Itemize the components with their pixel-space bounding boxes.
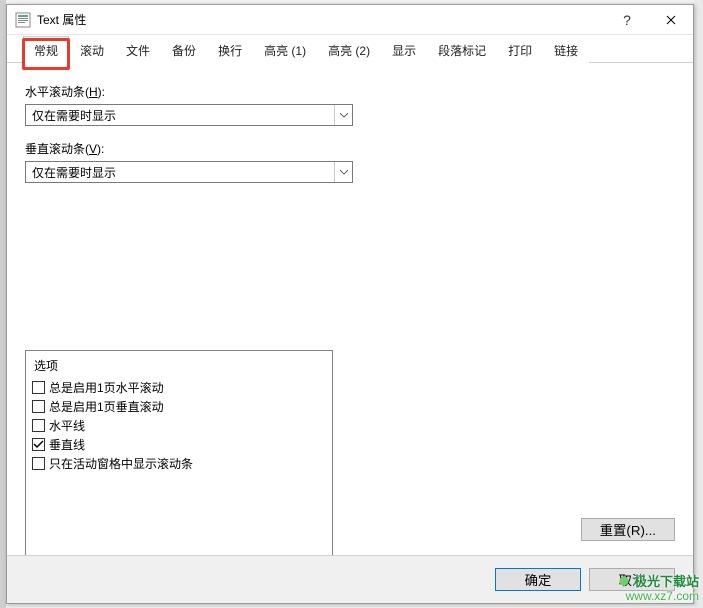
option-row-2[interactable]: 水平线 (32, 416, 326, 435)
vscroll-value: 仅在需要时显示 (26, 164, 334, 181)
tab-4[interactable]: 换行 (207, 36, 253, 63)
tab-5[interactable]: 高亮 (1) (253, 36, 317, 63)
hscroll-label: 水平滚动条(H): (25, 83, 675, 100)
tab-2[interactable]: 文件 (115, 36, 161, 63)
check-icon (33, 439, 44, 450)
app-icon (15, 12, 31, 28)
options-listbox: 选项 总是启用1页水平滚动总是启用1页垂直滚动水平线垂直线只在活动窗格中显示滚动… (25, 350, 333, 590)
cancel-label: 取消 (619, 570, 646, 589)
checkbox-4[interactable] (32, 457, 45, 470)
tab-10[interactable]: 链接 (543, 36, 589, 63)
option-row-4[interactable]: 只在活动窗格中显示滚动条 (32, 454, 326, 473)
help-button[interactable]: ? (605, 5, 649, 34)
close-icon (666, 15, 676, 25)
option-label: 水平线 (49, 417, 85, 434)
tab-6[interactable]: 高亮 (2) (317, 36, 381, 63)
dialog-footer: 确定 取消 (7, 555, 693, 603)
vscroll-combo[interactable]: 仅在需要时显示 (25, 161, 353, 183)
option-row-0[interactable]: 总是启用1页水平滚动 (32, 378, 326, 397)
checkbox-0[interactable] (32, 381, 45, 394)
chevron-down-icon (334, 105, 352, 125)
vertical-scrollbar-field: 垂直滚动条(V): 仅在需要时显示 (25, 140, 675, 183)
hscroll-value: 仅在需要时显示 (26, 107, 334, 124)
hscroll-combo[interactable]: 仅在需要时显示 (25, 104, 353, 126)
option-row-3[interactable]: 垂直线 (32, 435, 326, 454)
options-header: 选项 (34, 357, 326, 374)
reset-button[interactable]: 重置(R)... (581, 518, 675, 541)
tab-0[interactable]: 常规 (23, 36, 69, 63)
window-title: Text 属性 (37, 11, 86, 28)
checkbox-2[interactable] (32, 419, 45, 432)
option-row-1[interactable]: 总是启用1页垂直滚动 (32, 397, 326, 416)
tab-bar: 常规滚动文件备份换行高亮 (1)高亮 (2)显示段落标记打印链接 (7, 35, 693, 63)
tab-content: 水平滚动条(H): 仅在需要时显示 垂直滚动条(V): 仅在需要时显示 选项 (7, 63, 693, 603)
help-icon: ? (623, 12, 631, 28)
option-label: 总是启用1页垂直滚动 (49, 398, 164, 415)
dialog-window: Text 属性 ? 常规滚动文件备份换行高亮 (1)高亮 (2)显示段落标记打印… (6, 4, 694, 604)
checkbox-1[interactable] (32, 400, 45, 413)
close-button[interactable] (649, 5, 693, 34)
cancel-button[interactable]: 取消 (589, 568, 675, 591)
option-label: 只在活动窗格中显示滚动条 (49, 455, 193, 472)
checkbox-3[interactable] (32, 438, 45, 451)
reset-label: 重置(R)... (600, 520, 656, 539)
ok-label: 确定 (525, 570, 552, 589)
horizontal-scrollbar-field: 水平滚动条(H): 仅在需要时显示 (25, 83, 675, 126)
ok-button[interactable]: 确定 (495, 568, 581, 591)
tab-9[interactable]: 打印 (497, 36, 543, 63)
option-label: 总是启用1页水平滚动 (49, 379, 164, 396)
vscroll-label: 垂直滚动条(V): (25, 140, 675, 157)
title-bar: Text 属性 ? (7, 5, 693, 35)
tab-3[interactable]: 备份 (161, 36, 207, 63)
chevron-down-icon (334, 162, 352, 182)
tab-7[interactable]: 显示 (381, 36, 427, 63)
tab-8[interactable]: 段落标记 (427, 36, 497, 63)
option-label: 垂直线 (49, 436, 85, 453)
tab-1[interactable]: 滚动 (69, 36, 115, 63)
